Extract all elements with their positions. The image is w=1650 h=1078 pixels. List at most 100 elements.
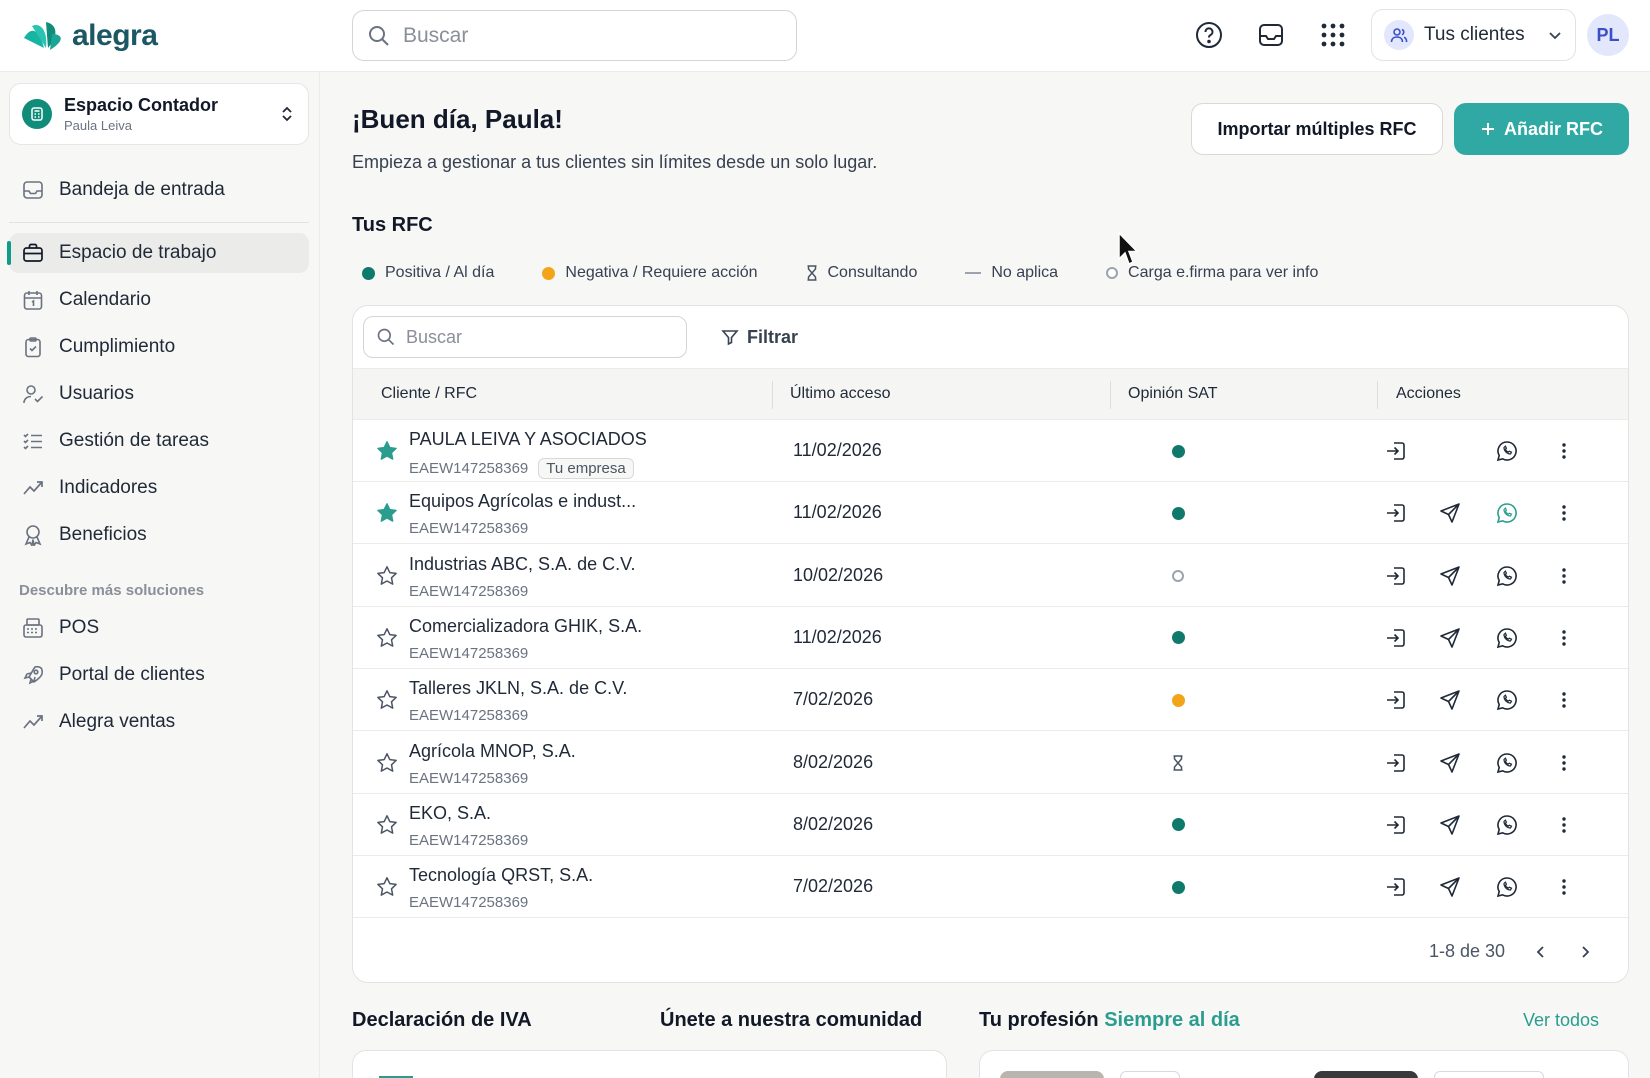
apps-grid-icon[interactable] bbox=[1317, 19, 1349, 51]
whatsapp-icon[interactable] bbox=[1495, 813, 1519, 837]
star-filled-icon[interactable] bbox=[376, 502, 398, 524]
page-subtitle: Empieza a gestionar a tus clientes sin l… bbox=[352, 152, 878, 172]
login-icon[interactable] bbox=[1384, 439, 1408, 463]
table-row[interactable]: PAULA LEIVA Y ASOCIADOS EAEW147258369 Tu e… bbox=[353, 420, 1628, 482]
login-icon[interactable] bbox=[1384, 813, 1408, 837]
table-row[interactable]: Industrias ABC, S.A. de C.V. EAEW14725836… bbox=[353, 545, 1628, 607]
send-icon[interactable] bbox=[1438, 688, 1462, 712]
table-row[interactable]: EKO, S.A. EAEW147258369 8/02/2026 bbox=[353, 794, 1628, 856]
send-icon[interactable] bbox=[1438, 751, 1462, 775]
more-options-icon[interactable] bbox=[1552, 626, 1576, 650]
whatsapp-icon[interactable] bbox=[1495, 439, 1519, 463]
pagination: 1-8 de 30 bbox=[1429, 941, 1593, 962]
login-icon[interactable] bbox=[1384, 751, 1408, 775]
profession-card[interactable] bbox=[979, 1050, 1629, 1078]
whatsapp-icon[interactable] bbox=[1495, 626, 1519, 650]
client-name[interactable]: PAULA LEIVA Y ASOCIADOS bbox=[409, 429, 647, 450]
column-header-client[interactable]: Cliente / RFC bbox=[381, 369, 477, 419]
chevron-left-icon[interactable] bbox=[1533, 944, 1549, 960]
send-icon[interactable] bbox=[1438, 813, 1462, 837]
sidebar-item-client-portal[interactable]: Portal de clientes bbox=[9, 655, 309, 695]
article-thumbnail bbox=[1000, 1071, 1104, 1078]
star-icon[interactable] bbox=[376, 752, 398, 774]
article-thumbnail bbox=[1314, 1071, 1418, 1078]
send-icon[interactable] bbox=[1438, 501, 1462, 525]
alegra-logo[interactable]: alegra bbox=[22, 18, 158, 54]
more-options-icon[interactable] bbox=[1552, 751, 1576, 775]
more-options-icon[interactable] bbox=[1552, 813, 1576, 837]
whatsapp-icon[interactable] bbox=[1495, 688, 1519, 712]
table-row[interactable]: Equipos Agrícolas e indust... EAEW1472583… bbox=[353, 482, 1628, 545]
iva-card[interactable] bbox=[352, 1050, 947, 1078]
login-icon[interactable] bbox=[1384, 564, 1408, 588]
last-access-date: 8/02/2026 bbox=[793, 813, 874, 834]
import-rfc-button[interactable]: Importar múltiples RFC bbox=[1191, 103, 1443, 155]
filter-button[interactable]: Filtrar bbox=[721, 320, 798, 354]
inbox-icon[interactable] bbox=[1255, 19, 1287, 51]
login-icon[interactable] bbox=[1384, 501, 1408, 525]
help-icon[interactable] bbox=[1193, 19, 1225, 51]
client-name[interactable]: Equipos Agrícolas e indust... bbox=[409, 491, 636, 512]
client-name[interactable]: Tecnología QRST, S.A. bbox=[409, 865, 593, 886]
star-icon[interactable] bbox=[376, 627, 398, 649]
more-options-icon[interactable] bbox=[1552, 875, 1576, 899]
star-icon[interactable] bbox=[376, 876, 398, 898]
sidebar-item-inbox[interactable]: Bandeja de entrada bbox=[9, 170, 309, 210]
column-header-last-access[interactable]: Último acceso bbox=[790, 369, 890, 419]
send-icon[interactable] bbox=[1438, 626, 1462, 650]
article-tag bbox=[1120, 1071, 1180, 1078]
clients-dropdown[interactable]: Tus clientes bbox=[1371, 9, 1576, 61]
send-icon[interactable] bbox=[1438, 564, 1462, 588]
whatsapp-icon[interactable] bbox=[1495, 751, 1519, 775]
table-row[interactable]: Comercializadora GHIK, S.A. EAEW147258369… bbox=[353, 607, 1628, 669]
see-all-link[interactable]: Ver todos bbox=[1523, 1010, 1599, 1031]
more-options-icon[interactable] bbox=[1552, 501, 1576, 525]
sidebar-item-pos[interactable]: POS bbox=[9, 608, 309, 648]
sidebar-item-users[interactable]: Usuarios bbox=[9, 374, 309, 414]
send-icon[interactable] bbox=[1438, 875, 1462, 899]
sidebar-item-calendar[interactable]: Calendario bbox=[9, 280, 309, 320]
login-icon[interactable] bbox=[1384, 626, 1408, 650]
client-name[interactable]: Talleres JKLN, S.A. de C.V. bbox=[409, 678, 627, 699]
table-row[interactable]: Agrícola MNOP, S.A. EAEW147258369 8/02/202… bbox=[353, 732, 1628, 794]
client-rfc-line: EAEW147258369 bbox=[409, 832, 528, 849]
star-filled-icon[interactable] bbox=[376, 440, 398, 462]
status-positive-dot bbox=[1171, 880, 1185, 894]
client-name[interactable]: Industrias ABC, S.A. de C.V. bbox=[409, 554, 635, 575]
star-icon[interactable] bbox=[376, 814, 398, 836]
last-access-date: 11/02/2026 bbox=[793, 626, 882, 647]
global-search-input[interactable]: Buscar bbox=[352, 10, 797, 61]
column-header-sat-opinion[interactable]: Opinión SAT bbox=[1128, 369, 1218, 419]
table-row[interactable]: Tecnología QRST, S.A. EAEW147258369 7/02/2… bbox=[353, 856, 1628, 919]
client-name[interactable]: Comercializadora GHIK, S.A. bbox=[409, 616, 642, 637]
more-options-icon[interactable] bbox=[1552, 688, 1576, 712]
star-icon[interactable] bbox=[376, 565, 398, 587]
star-icon[interactable] bbox=[376, 689, 398, 711]
login-icon[interactable] bbox=[1384, 875, 1408, 899]
chevron-right-icon[interactable] bbox=[1577, 944, 1593, 960]
sidebar-item-indicators[interactable]: Indicadores bbox=[9, 468, 309, 508]
add-rfc-button[interactable]: Añadir RFC bbox=[1454, 103, 1629, 155]
client-name[interactable]: Agrícola MNOP, S.A. bbox=[409, 741, 576, 762]
more-options-icon[interactable] bbox=[1552, 564, 1576, 588]
whatsapp-icon[interactable] bbox=[1495, 564, 1519, 588]
whatsapp-icon[interactable] bbox=[1495, 501, 1519, 525]
client-rfc-line: EAEW147258369 bbox=[409, 520, 528, 537]
whatsapp-icon[interactable] bbox=[1495, 875, 1519, 899]
sidebar-item-tasks[interactable]: Gestión de tareas bbox=[9, 421, 309, 461]
more-options-icon[interactable] bbox=[1552, 439, 1576, 463]
client-name[interactable]: EKO, S.A. bbox=[409, 803, 491, 824]
sidebar-item-benefits[interactable]: Beneficios bbox=[9, 515, 309, 555]
table-row[interactable]: Talleres JKLN, S.A. de C.V. EAEW147258369… bbox=[353, 669, 1628, 732]
table-search-input[interactable]: Buscar bbox=[363, 316, 687, 358]
user-avatar[interactable]: PL bbox=[1587, 14, 1629, 56]
sidebar-item-alegra-sales[interactable]: Alegra ventas bbox=[9, 702, 309, 742]
column-divider bbox=[772, 381, 773, 409]
workspace-selector[interactable]: Espacio Contador Paula Leiva bbox=[9, 83, 309, 145]
profession-title: Tu profesión bbox=[979, 1009, 1099, 1031]
legend-label: Positiva / Al día bbox=[385, 264, 495, 281]
login-icon[interactable] bbox=[1384, 688, 1408, 712]
sidebar-item-workspace[interactable]: Espacio de trabajo bbox=[7, 233, 309, 273]
sidebar-item-compliance[interactable]: Cumplimiento bbox=[9, 327, 309, 367]
workspace-user: Paula Leiva bbox=[64, 118, 132, 133]
